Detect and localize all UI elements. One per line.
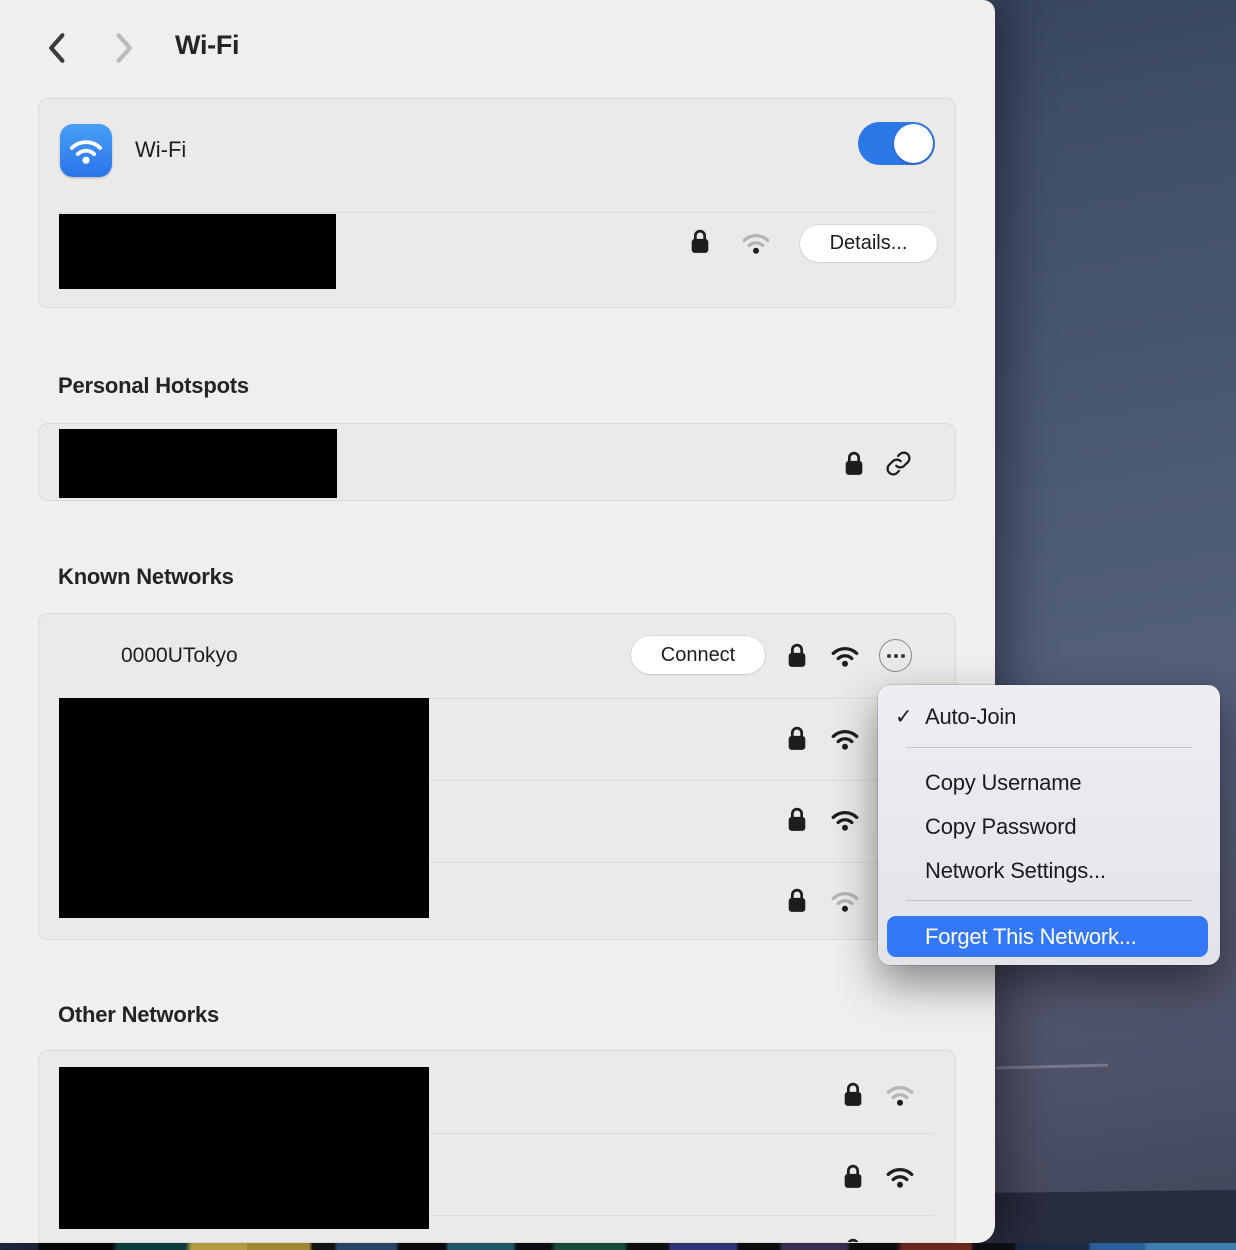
chevron-right-icon bbox=[115, 32, 135, 64]
system-settings-window: Wi-Fi Wi-Fi bbox=[0, 0, 995, 1243]
redacted-network-names bbox=[59, 698, 429, 918]
connect-button[interactable]: Connect bbox=[631, 636, 765, 674]
wifi-signal-weak-icon bbox=[830, 889, 860, 913]
wifi-signal-strong-icon bbox=[885, 1165, 915, 1189]
page-title: Wi-Fi bbox=[175, 30, 239, 61]
divider bbox=[59, 212, 935, 213]
checkmark-icon: ✓ bbox=[895, 705, 912, 730]
menu-item-auto-join[interactable]: ✓ Auto-Join bbox=[878, 699, 1220, 735]
menu-divider bbox=[906, 900, 1192, 901]
section-header-personal-hotspots: Personal Hotspots bbox=[58, 373, 249, 399]
lock-icon bbox=[843, 1081, 863, 1108]
personal-hotspots-card[interactable] bbox=[38, 423, 956, 501]
redacted-network-name bbox=[59, 214, 336, 289]
menu-item-network-settings[interactable]: Network Settings... bbox=[878, 853, 1220, 889]
lock-icon bbox=[844, 450, 864, 477]
wifi-signal-weak-icon bbox=[741, 231, 771, 255]
back-button[interactable] bbox=[44, 31, 68, 65]
lock-icon bbox=[843, 1163, 863, 1190]
wifi-signal-strong-icon bbox=[830, 644, 860, 668]
network-name: 0000UTokyo bbox=[121, 644, 238, 668]
wifi-app-icon bbox=[60, 124, 112, 177]
dock-strip[interactable] bbox=[0, 1243, 1236, 1250]
details-button[interactable]: Details... bbox=[800, 225, 937, 262]
more-options-button[interactable] bbox=[879, 639, 912, 672]
lock-icon bbox=[690, 228, 710, 255]
wifi-label: Wi-Fi bbox=[135, 137, 186, 163]
menu-item-forget-this-network[interactable]: Forget This Network... bbox=[887, 916, 1208, 957]
lock-icon bbox=[843, 1237, 863, 1243]
desktop-screen: Wi-Fi Wi-Fi bbox=[0, 0, 1236, 1250]
menu-item-copy-password[interactable]: Copy Password bbox=[878, 809, 1220, 845]
menu-item-copy-username[interactable]: Copy Username bbox=[878, 765, 1220, 801]
menu-divider bbox=[906, 747, 1192, 748]
redacted-hotspot-name bbox=[59, 429, 337, 498]
chevron-left-icon bbox=[46, 32, 66, 64]
lock-icon bbox=[787, 806, 807, 833]
wifi-signal-strong-icon bbox=[830, 808, 860, 832]
lock-icon bbox=[787, 887, 807, 914]
other-networks-card bbox=[38, 1050, 956, 1243]
known-networks-card: 0000UTokyo Connect bbox=[38, 613, 956, 940]
redacted-network-names bbox=[59, 1067, 429, 1229]
lock-icon bbox=[787, 725, 807, 752]
hotspot-link-icon bbox=[885, 450, 912, 477]
lock-icon bbox=[787, 642, 807, 669]
wifi-signal-weak-icon bbox=[885, 1083, 915, 1107]
section-header-other-networks: Other Networks bbox=[58, 1002, 219, 1028]
network-context-menu: ✓ Auto-Join Copy Username Copy Password … bbox=[878, 685, 1220, 965]
toggle-knob bbox=[894, 124, 933, 163]
section-header-known-networks: Known Networks bbox=[58, 564, 234, 590]
wifi-toggle-card: Wi-Fi Details... bbox=[38, 98, 956, 308]
forward-button[interactable] bbox=[113, 31, 137, 65]
wifi-signal-strong-icon bbox=[830, 727, 860, 751]
wifi-toggle[interactable] bbox=[858, 122, 935, 165]
